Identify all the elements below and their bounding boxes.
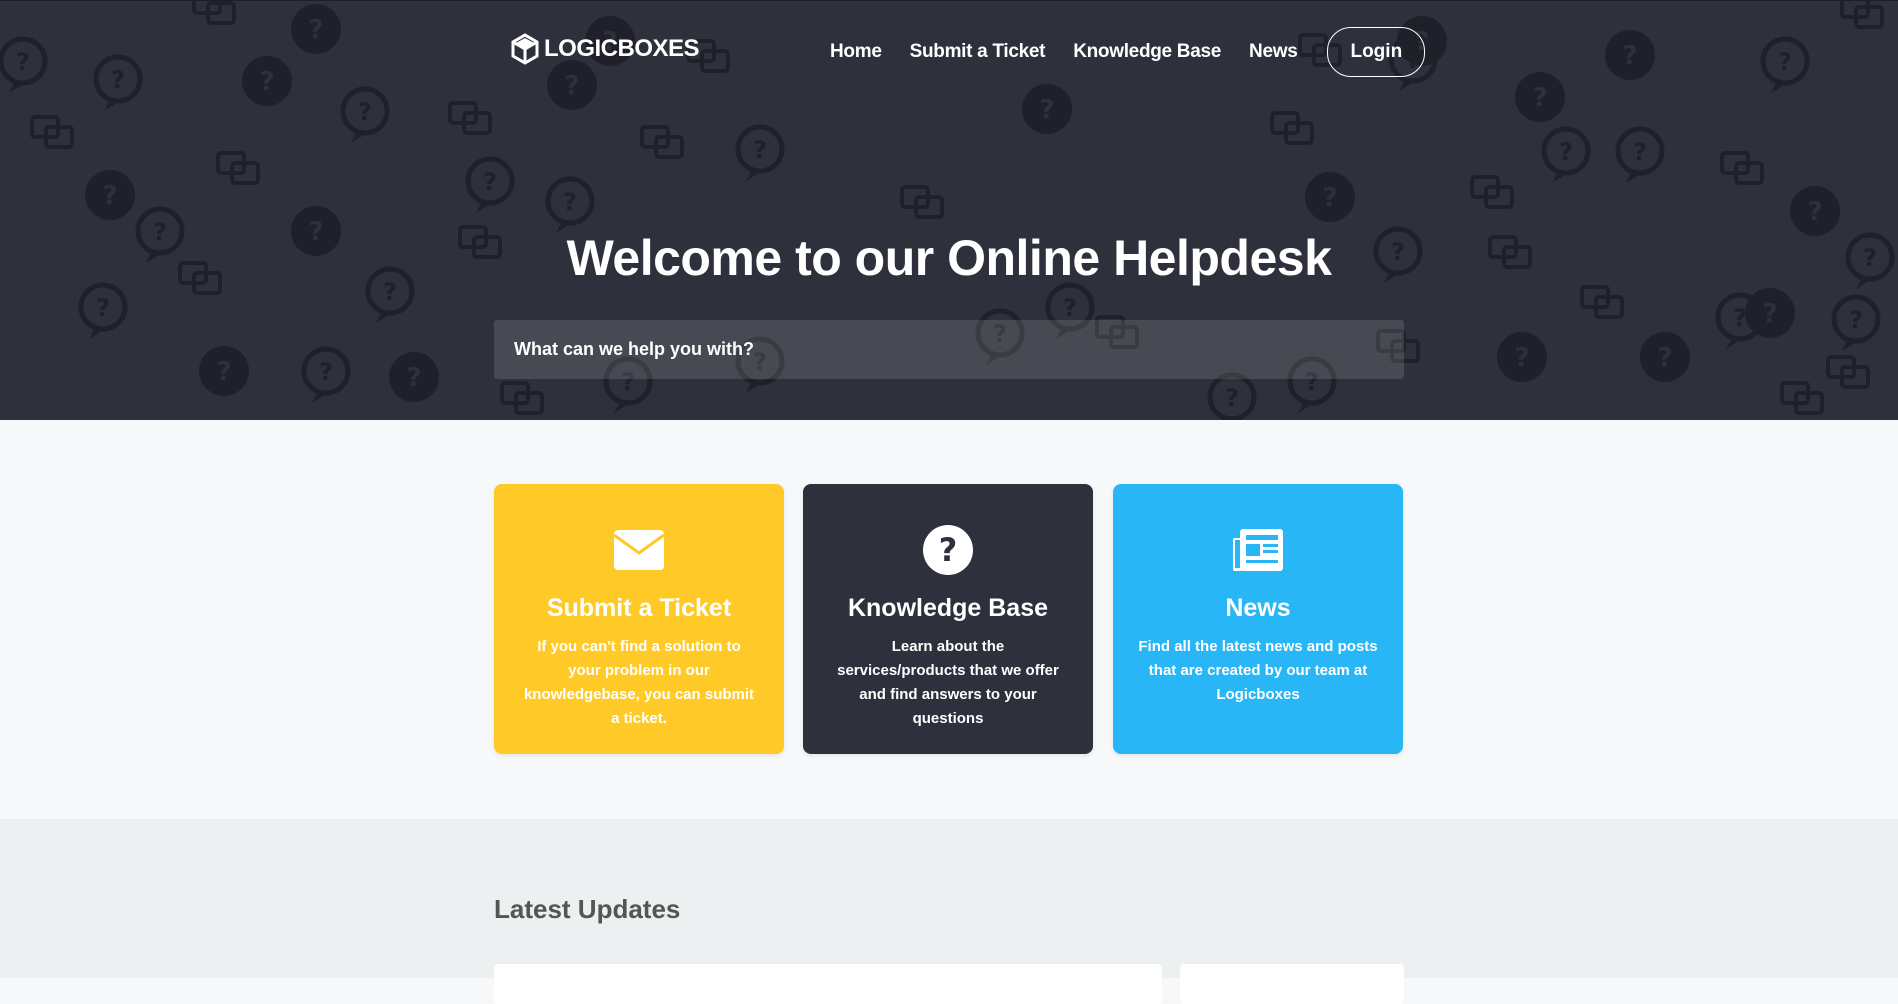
update-card[interactable] [494,964,1162,1004]
main-menu: Home Submit a Ticket Knowledge Base News… [830,27,1426,77]
card-title: News [1225,594,1291,622]
card-submit-ticket[interactable]: Submit a Ticket If you can't find a solu… [494,484,784,754]
card-title: Knowledge Base [847,594,1049,622]
hero-title: Welcome to our Online Helpdesk [566,230,1332,286]
update-sidebar-card[interactable] [1180,964,1404,1004]
top-navbar: LOGICBOXES Home Submit a Ticket Knowledg… [0,1,1898,101]
updates-title: Latest Updates [494,894,681,924]
search-placeholder: What can we help you with? [514,339,755,359]
cube-logo-icon [511,33,539,65]
nav-news[interactable]: News [1249,41,1298,63]
nav-knowledge-base[interactable]: Knowledge Base [1073,41,1221,63]
nav-home[interactable]: Home [830,41,882,63]
card-description: Find all the latest news and posts that … [1138,638,1378,703]
newspaper-icon [1233,529,1283,571]
latest-updates-section: Latest Updates [0,819,1898,1004]
card-description: If you can't find a solution to your pro… [523,638,755,727]
card-description: Learn about the services/products that w… [837,638,1059,727]
envelope-icon [613,530,665,570]
search-input[interactable]: What can we help you with? [494,320,1404,379]
question-circle-icon: ? [923,525,973,575]
card-title: Submit a Ticket [546,594,732,622]
svg-text:?: ? [939,531,958,569]
brand-logo[interactable]: LOGICBOXES [510,33,700,65]
card-news[interactable]: News Find all the latest news and posts … [1113,484,1403,754]
brand-name: LOGICBOXES [544,35,700,62]
hero-section: ? ? [0,0,1898,420]
nav-submit-ticket[interactable]: Submit a Ticket [910,41,1046,63]
login-button[interactable]: Login [1327,27,1426,77]
feature-cards-section: Submit a Ticket If you can't find a solu… [0,420,1898,820]
card-knowledge-base[interactable]: ? Knowledge Base Learn about the service… [803,484,1093,754]
